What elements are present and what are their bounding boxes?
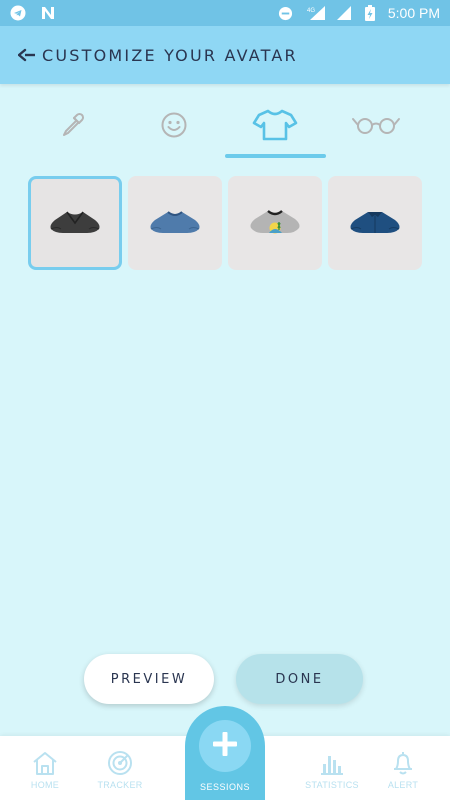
smiley-icon	[159, 110, 189, 145]
back-arrow-icon[interactable]	[16, 44, 38, 66]
network-type: 4G	[307, 8, 315, 14]
clothing-item-grey-graphic-shirt[interactable]	[228, 176, 322, 270]
signal-4g-icon: 4G	[304, 5, 326, 21]
home-icon	[31, 750, 59, 778]
radar-icon	[106, 750, 134, 778]
tshirt-icon	[252, 108, 298, 147]
navy-shirt-icon	[347, 207, 403, 240]
category-tabs	[22, 96, 427, 158]
tab-color-picker[interactable]	[22, 96, 123, 158]
app-bar: CUSTOMIZE YOUR AVATAR	[0, 26, 450, 84]
add-session-button[interactable]	[199, 720, 251, 772]
do-not-disturb-icon	[278, 5, 294, 21]
signal-icon	[336, 5, 352, 21]
bell-icon	[389, 750, 417, 778]
n-notification-icon	[40, 5, 56, 21]
black-shirt-icon	[47, 207, 103, 240]
eyedropper-icon	[58, 110, 88, 145]
status-bar: 4G 5:00 PM	[0, 0, 450, 26]
nav-home[interactable]: HOME	[13, 736, 77, 800]
blue-shirt-icon	[147, 207, 203, 240]
bar-chart-icon	[318, 750, 346, 778]
nav-home-label: HOME	[30, 780, 60, 790]
clothing-item-black-shirt[interactable]	[28, 176, 122, 270]
tab-face[interactable]	[123, 96, 224, 158]
tab-clothing[interactable]	[224, 96, 327, 158]
glasses-icon	[351, 113, 401, 142]
nav-statistics[interactable]: STATISTICS	[300, 736, 364, 800]
nav-sessions-label: SESSIONS	[199, 782, 250, 792]
nav-alert[interactable]: ALERT	[371, 736, 435, 800]
status-time: 5:00 PM	[387, 5, 440, 21]
nav-tracker[interactable]: TRACKER	[88, 736, 152, 800]
battery-charging-icon	[362, 5, 378, 21]
tab-accessories[interactable]	[326, 96, 427, 158]
clothing-item-blue-shirt[interactable]	[128, 176, 222, 270]
page-title: CUSTOMIZE YOUR AVATAR	[42, 45, 298, 65]
nav-tracker-label: TRACKER	[97, 780, 143, 790]
done-button[interactable]: DONE	[236, 654, 363, 704]
nav-statistics-label: STATISTICS	[305, 780, 359, 790]
grey-graphic-shirt-icon	[247, 206, 303, 241]
telegram-icon	[10, 5, 26, 21]
nav-alert-label: ALERT	[387, 780, 419, 790]
clothing-item-navy-shirt[interactable]	[328, 176, 422, 270]
preview-button[interactable]: PREVIEW	[84, 654, 214, 704]
plus-icon	[210, 729, 240, 764]
nav-sessions[interactable]: SESSIONS	[185, 706, 265, 800]
clothing-grid	[28, 176, 424, 270]
